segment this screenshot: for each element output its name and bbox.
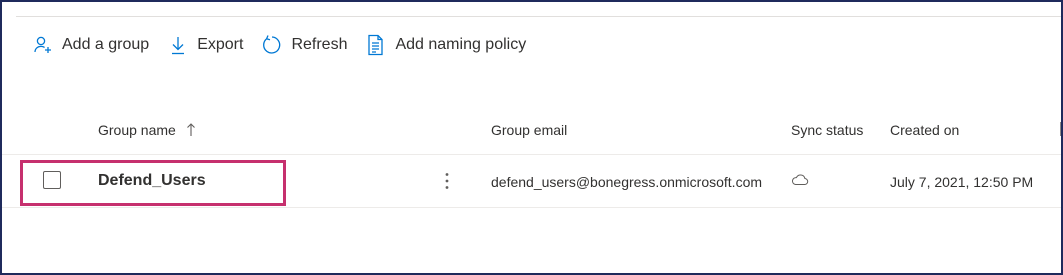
export-button[interactable]: Export bbox=[167, 34, 243, 56]
column-header-created-on[interactable]: Created on bbox=[890, 122, 959, 138]
group-name-cell[interactable]: Defend_Users bbox=[98, 172, 206, 190]
created-on-header-label: Created on bbox=[890, 122, 960, 138]
more-actions-icon[interactable] bbox=[440, 169, 454, 193]
column-header-group-email[interactable]: Group email bbox=[491, 122, 567, 138]
column-header-group-name[interactable]: Group name bbox=[98, 122, 196, 140]
created-on-cell: July 7, 2021, 12:50 PM bbox=[890, 174, 1034, 190]
top-divider bbox=[16, 16, 1061, 17]
group-name-header-label: Group name bbox=[98, 122, 176, 138]
sync-status-header-label: Sync status bbox=[791, 122, 864, 138]
row-select-checkbox[interactable] bbox=[43, 171, 61, 189]
group-email-cell: defend_users@bonegress.onmicrosoft.com bbox=[491, 174, 763, 190]
command-bar: Add a group Export Refresh Add naming po… bbox=[32, 32, 544, 58]
table-header: Group name Group email Sync status Creat… bbox=[2, 110, 1061, 155]
policy-document-icon bbox=[365, 34, 387, 56]
add-person-icon bbox=[32, 34, 54, 56]
column-resize-handle[interactable] bbox=[1060, 122, 1061, 136]
table-row[interactable]: Defend_Users defend_users@bonegress.onmi… bbox=[2, 155, 1061, 208]
refresh-button[interactable]: Refresh bbox=[261, 34, 347, 56]
groups-panel: Add a group Export Refresh Add naming po… bbox=[0, 0, 1063, 275]
add-group-label: Add a group bbox=[62, 36, 150, 53]
refresh-label: Refresh bbox=[291, 36, 348, 53]
export-label: Export bbox=[197, 36, 244, 53]
column-header-sync-status[interactable]: Sync status bbox=[791, 122, 863, 138]
download-icon bbox=[167, 34, 189, 56]
add-naming-policy-button[interactable]: Add naming policy bbox=[365, 34, 526, 56]
refresh-icon bbox=[261, 34, 283, 56]
add-naming-policy-label: Add naming policy bbox=[395, 36, 527, 53]
cloud-icon bbox=[791, 173, 809, 189]
group-email-header-label: Group email bbox=[491, 122, 568, 138]
add-group-button[interactable]: Add a group bbox=[32, 34, 149, 56]
sort-ascending-icon bbox=[186, 123, 196, 140]
